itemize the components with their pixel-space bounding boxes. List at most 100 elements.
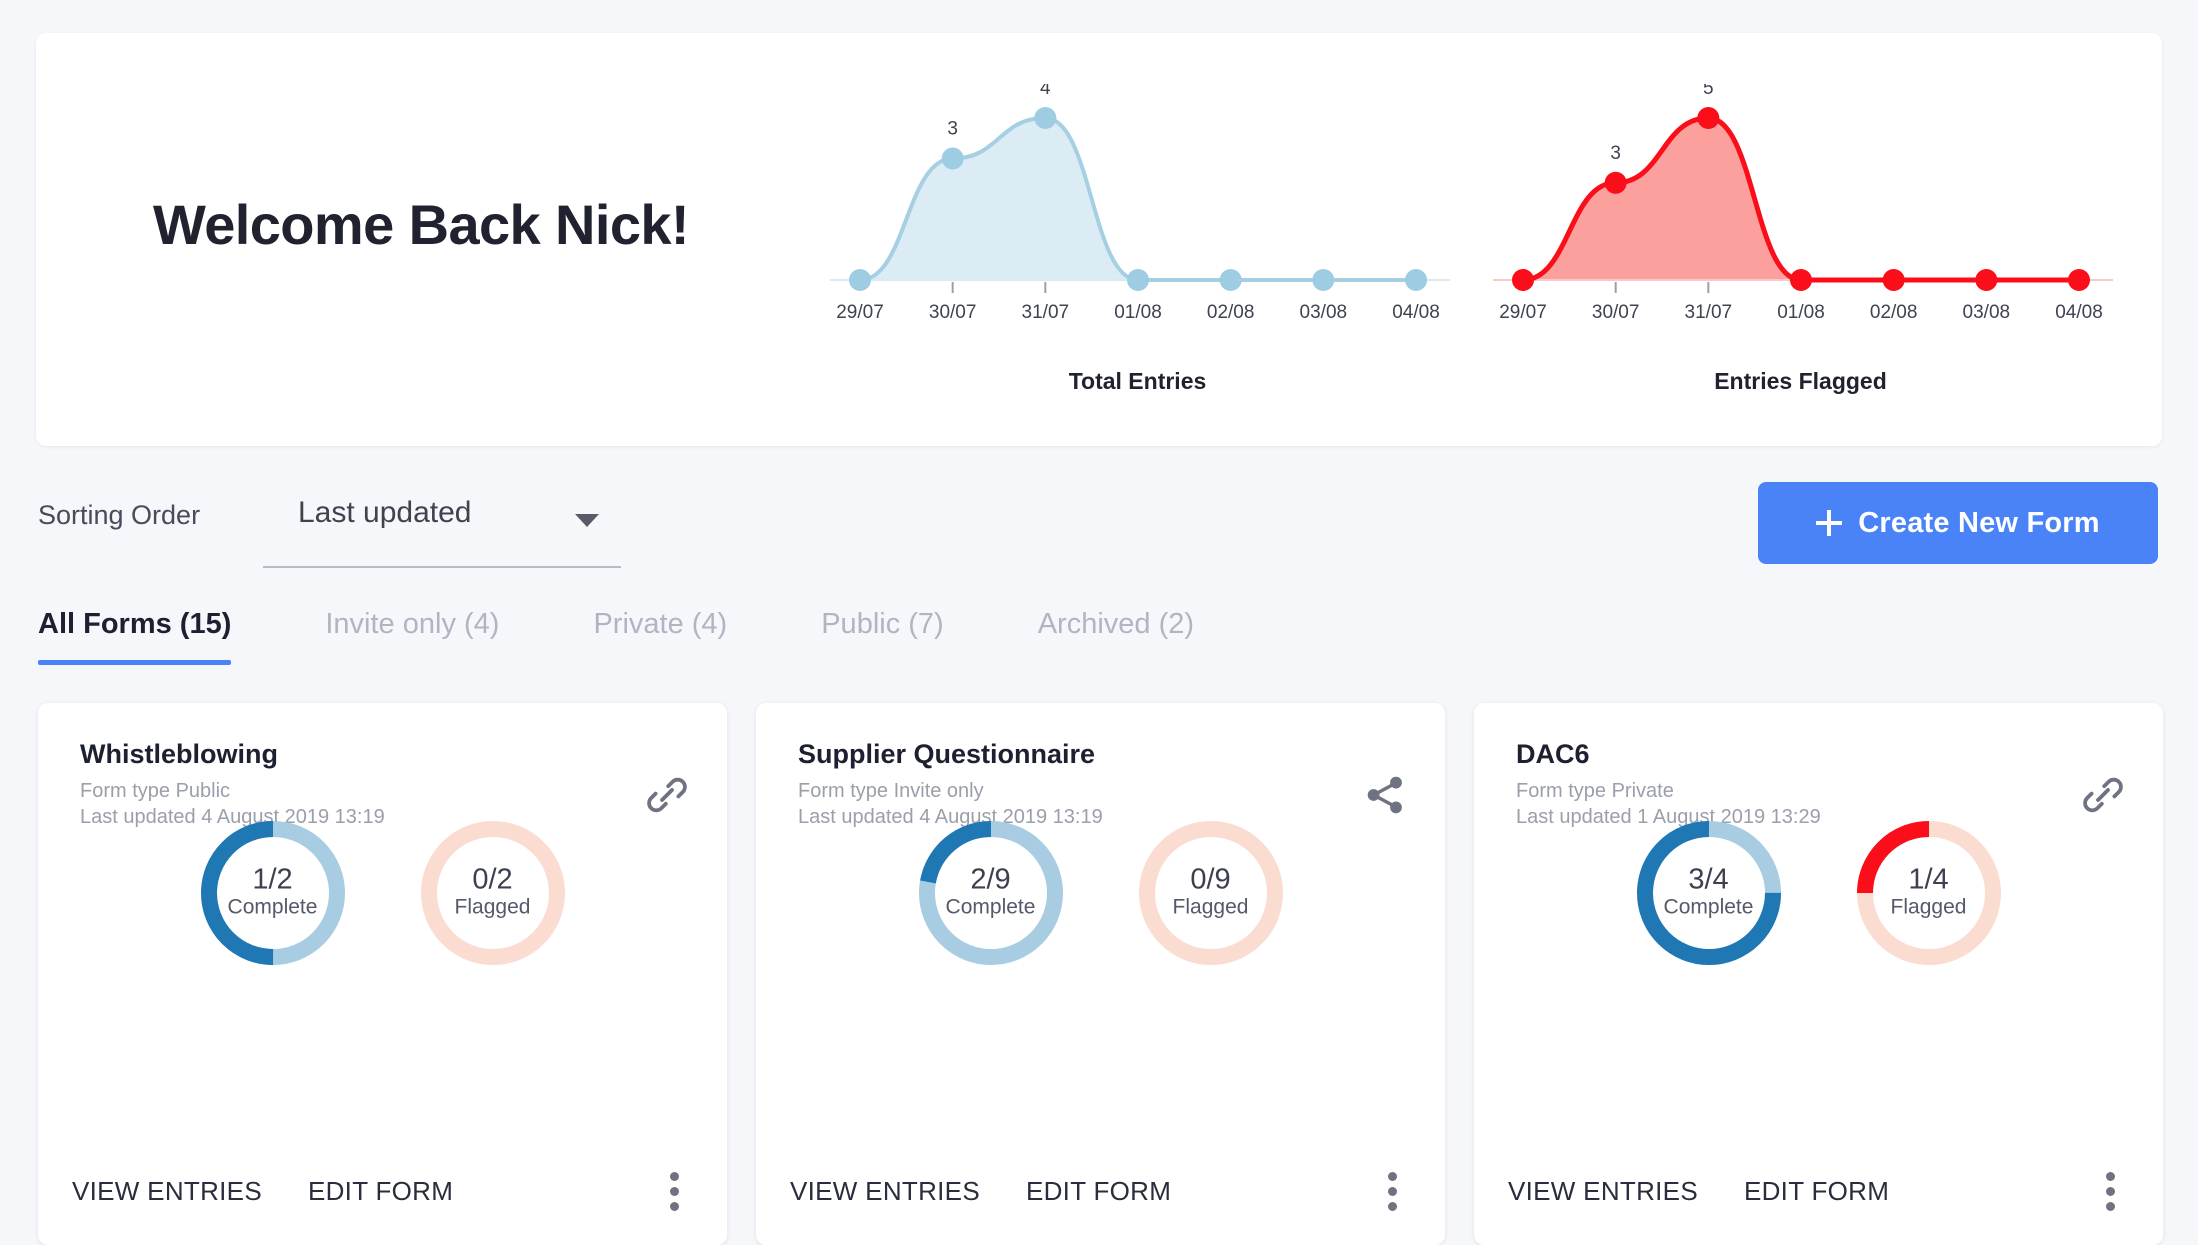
charts-container: 29/07 3 30/07 4 31/07 01/08 02/08 03/08 04/08 To… — [806, 78, 2162, 395]
welcome-section: Welcome Back Nick! — [36, 192, 806, 287]
flagged-label: Flagged — [1890, 896, 1967, 920]
tab-label: Invite only (4) — [325, 608, 500, 640]
kebab-menu-icon[interactable] — [669, 1171, 679, 1211]
entries-flagged-plot: 29/07 3 30/07 5 31/07 01/08 02/08 03/08 04/08 — [1481, 78, 2121, 354]
complete-donut: 1/2 Complete — [193, 813, 353, 973]
svg-text:03/08: 03/08 — [1962, 302, 2010, 323]
flagged-label: Flagged — [1172, 896, 1249, 920]
complete-donut: 3/4 Complete — [1629, 813, 1789, 973]
total-entries-caption: Total Entries — [1068, 368, 1207, 394]
form-card-footer: VIEW ENTRIES EDIT FORM — [38, 1137, 727, 1245]
svg-text:31/07: 31/07 — [1684, 302, 1732, 323]
complete-donut-center: 1/2 Complete — [193, 863, 353, 922]
view-entries-button[interactable]: VIEW ENTRIES — [790, 1176, 980, 1207]
form-card-stats: 1/2 Complete 0/2 Flagged — [38, 813, 727, 973]
svg-text:02/08: 02/08 — [1206, 302, 1254, 323]
svg-text:30/07: 30/07 — [1591, 302, 1639, 323]
flagged-donut-center: 0/2 Flagged — [413, 863, 573, 922]
svg-text:31/07: 31/07 — [1021, 302, 1069, 323]
link-icon-glyph — [647, 777, 687, 813]
chevron-down-icon — [575, 514, 599, 527]
form-card-footer: VIEW ENTRIES EDIT FORM — [756, 1137, 1445, 1245]
complete-value: 2/9 — [970, 863, 1011, 896]
tab-invite-only-4[interactable]: Invite only (4) — [325, 608, 499, 665]
link-icon[interactable] — [643, 771, 691, 819]
flagged-donut: 0/9 Flagged — [1131, 813, 1291, 973]
flagged-donut-center: 0/9 Flagged — [1131, 863, 1291, 922]
tab-public-7[interactable]: Public (7) — [821, 608, 944, 665]
tab-label: All Forms (15) — [38, 608, 232, 640]
form-card-stats: 3/4 Complete 1/4 Flagged — [1474, 813, 2163, 973]
svg-text:01/08: 01/08 — [1114, 302, 1162, 323]
tab-archived-2[interactable]: Archived (2) — [1038, 608, 1194, 665]
complete-donut-center: 2/9 Complete — [911, 863, 1071, 922]
flagged-value: 1/4 — [1908, 863, 1949, 896]
complete-value: 1/2 — [252, 863, 293, 896]
total-entries-svg: 29/07 3 30/07 4 31/07 01/08 02/08 03/08 04/08 — [829, 78, 1450, 323]
form-card: Whistleblowing Form type Public Last updat… — [38, 703, 727, 1245]
complete-donut-center: 3/4 Complete — [1629, 863, 1789, 922]
sorting-order-select[interactable]: Last updated — [263, 490, 621, 568]
kebab-menu-icon[interactable] — [1387, 1171, 1397, 1211]
kebab-menu-icon[interactable] — [2105, 1171, 2115, 1211]
share-icon[interactable] — [1361, 771, 1409, 819]
dashboard-summary-panel: Welcome Back Nick! 29/07 3 30/07 4 31/07 01/0… — [36, 33, 2162, 446]
form-card-title: DAC6 — [1516, 739, 1590, 769]
form-type-label: Form type Private — [1516, 780, 1674, 802]
edit-form-button[interactable]: EDIT FORM — [308, 1176, 453, 1207]
tab-label: Private (4) — [593, 608, 728, 640]
tab-label: Archived (2) — [1037, 608, 1195, 640]
form-card-title: Whistleblowing — [80, 739, 278, 769]
complete-label: Complete — [227, 896, 318, 920]
form-card: DAC6 Form type Private Last updated 1 Augu… — [1474, 703, 2163, 1245]
svg-text:29/07: 29/07 — [836, 302, 884, 323]
svg-text:29/07: 29/07 — [1499, 302, 1547, 323]
form-type-label: Form type Invite only — [798, 780, 984, 802]
link-icon[interactable] — [2079, 771, 2127, 819]
edit-form-button[interactable]: EDIT FORM — [1026, 1176, 1171, 1207]
page-title: Welcome Back Nick! — [153, 193, 690, 256]
create-new-form-label: Create New Form — [1858, 506, 2100, 539]
svg-text:01/08: 01/08 — [1777, 302, 1825, 323]
svg-text:30/07: 30/07 — [928, 302, 976, 323]
form-type-label: Form type Public — [80, 780, 231, 802]
complete-donut: 2/9 Complete — [911, 813, 1071, 973]
sorting-order-value: Last updated — [298, 496, 472, 529]
svg-text:03/08: 03/08 — [1299, 302, 1347, 323]
view-entries-button[interactable]: VIEW ENTRIES — [1508, 1176, 1698, 1207]
flagged-donut: 1/4 Flagged — [1849, 813, 2009, 973]
svg-text:4: 4 — [1040, 84, 1051, 99]
form-card-footer: VIEW ENTRIES EDIT FORM — [1474, 1137, 2163, 1245]
edit-form-button[interactable]: EDIT FORM — [1744, 1176, 1889, 1207]
flagged-value: 0/9 — [1190, 863, 1231, 896]
share-icon-glyph — [1367, 776, 1402, 814]
view-entries-button[interactable]: VIEW ENTRIES — [72, 1176, 262, 1207]
complete-value: 3/4 — [1688, 863, 1729, 896]
chart-total-entries: 29/07 3 30/07 4 31/07 01/08 02/08 03/08 04/08 To… — [818, 78, 1458, 395]
create-new-form-button[interactable]: Create New Form — [1758, 482, 2158, 564]
form-filter-tabs: All Forms (15) Invite only (4) Private (4)… — [38, 608, 1288, 665]
svg-text:3: 3 — [1610, 143, 1621, 164]
plus-icon — [1816, 510, 1843, 536]
tab-all-forms-15[interactable]: All Forms (15) — [38, 608, 232, 665]
complete-label: Complete — [945, 896, 1036, 920]
entries-flagged-svg: 29/07 3 30/07 5 31/07 01/08 02/08 03/08 04/08 — [1492, 78, 2113, 323]
link-icon-glyph — [2083, 777, 2123, 813]
flagged-donut-center: 1/4 Flagged — [1849, 863, 2009, 922]
flagged-donut: 0/2 Flagged — [413, 813, 573, 973]
svg-text:02/08: 02/08 — [1869, 302, 1917, 323]
form-card: Supplier Questionnaire Form type Invite o… — [756, 703, 1445, 1245]
flagged-label: Flagged — [454, 896, 531, 920]
svg-text:04/08: 04/08 — [1392, 302, 1440, 323]
chart-entries-flagged: 29/07 3 30/07 5 31/07 01/08 02/08 03/08 04/08 En… — [1481, 78, 2121, 395]
total-entries-plot: 29/07 3 30/07 4 31/07 01/08 02/08 03/08 04/08 — [818, 78, 1458, 354]
flagged-value: 0/2 — [472, 863, 513, 896]
tab-private-4[interactable]: Private (4) — [593, 608, 727, 665]
tab-label: Public (7) — [821, 608, 944, 640]
svg-text:5: 5 — [1703, 84, 1714, 99]
forms-card-grid: Whistleblowing Form type Public Last updat… — [38, 703, 2164, 1245]
complete-label: Complete — [1663, 896, 1754, 920]
svg-text:3: 3 — [947, 119, 958, 140]
entries-flagged-caption: Entries Flagged — [1714, 368, 1887, 394]
svg-text:04/08: 04/08 — [2055, 302, 2103, 323]
